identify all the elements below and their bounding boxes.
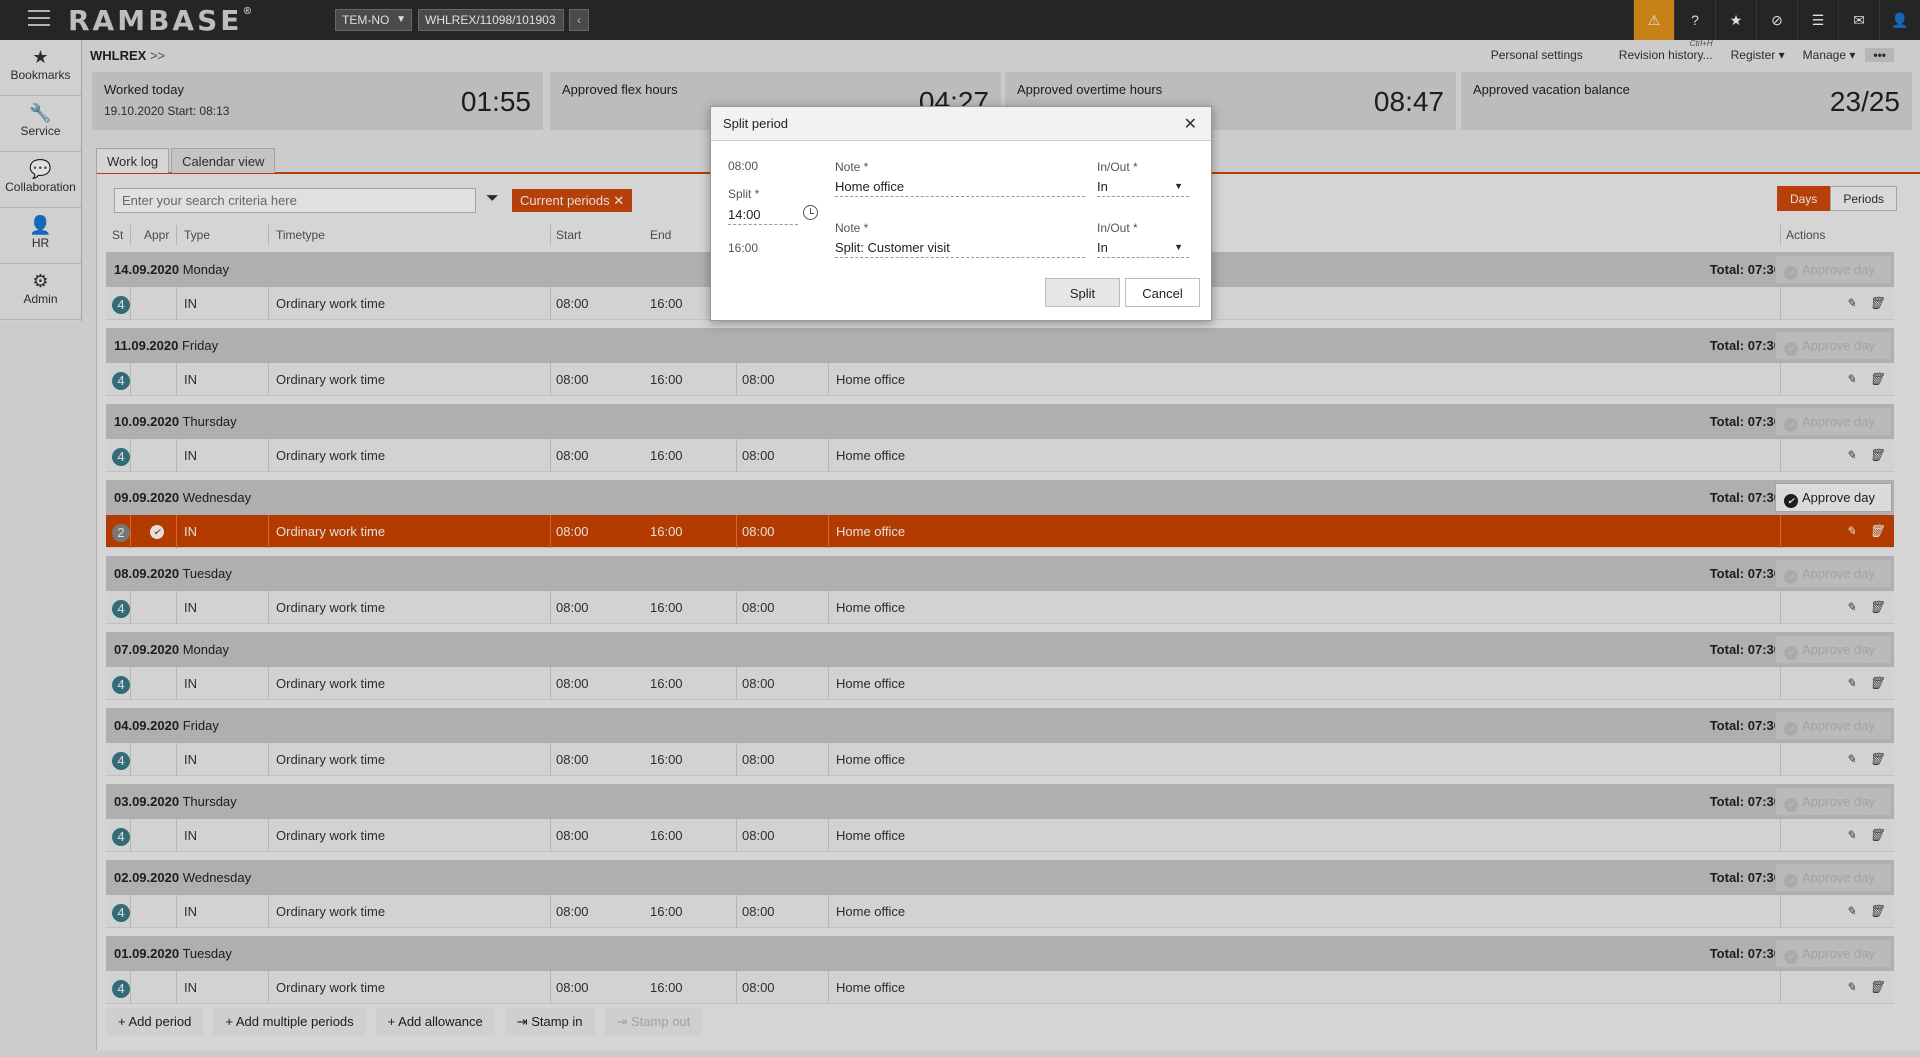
period-end-time: 16:00 (728, 241, 759, 255)
note-label: Note * (835, 221, 869, 235)
split-time-input[interactable]: 14:00 (728, 205, 798, 225)
dialog-title: Split period (723, 116, 789, 131)
inout-select-first[interactable]: In ▼ (1097, 177, 1189, 197)
note-label: Note * (835, 160, 869, 174)
chevron-down-icon: ▼ (1174, 242, 1183, 252)
inout-label: In/Out * (1097, 160, 1138, 174)
period-start-time: 08:00 (728, 159, 759, 173)
chevron-down-icon: ▼ (1174, 181, 1183, 191)
split-label: Split * (728, 187, 760, 201)
note-input-second[interactable]: Split: Customer visit (835, 238, 1085, 258)
clock-icon[interactable] (803, 205, 818, 220)
cancel-button[interactable]: Cancel (1125, 278, 1200, 307)
split-button[interactable]: Split (1045, 278, 1120, 307)
split-period-dialog: Split period ✕ 08:00 Split * 14:00 16:00 … (710, 106, 1212, 321)
note-input-first[interactable]: Home office (835, 177, 1085, 197)
inout-label: In/Out * (1097, 221, 1138, 235)
inout-select-second[interactable]: In ▼ (1097, 238, 1189, 258)
inout-select-value: In (1097, 179, 1108, 194)
close-icon[interactable]: ✕ (1184, 114, 1197, 134)
inout-select-value: In (1097, 240, 1108, 255)
dialog-header: Split period ✕ (711, 107, 1211, 141)
